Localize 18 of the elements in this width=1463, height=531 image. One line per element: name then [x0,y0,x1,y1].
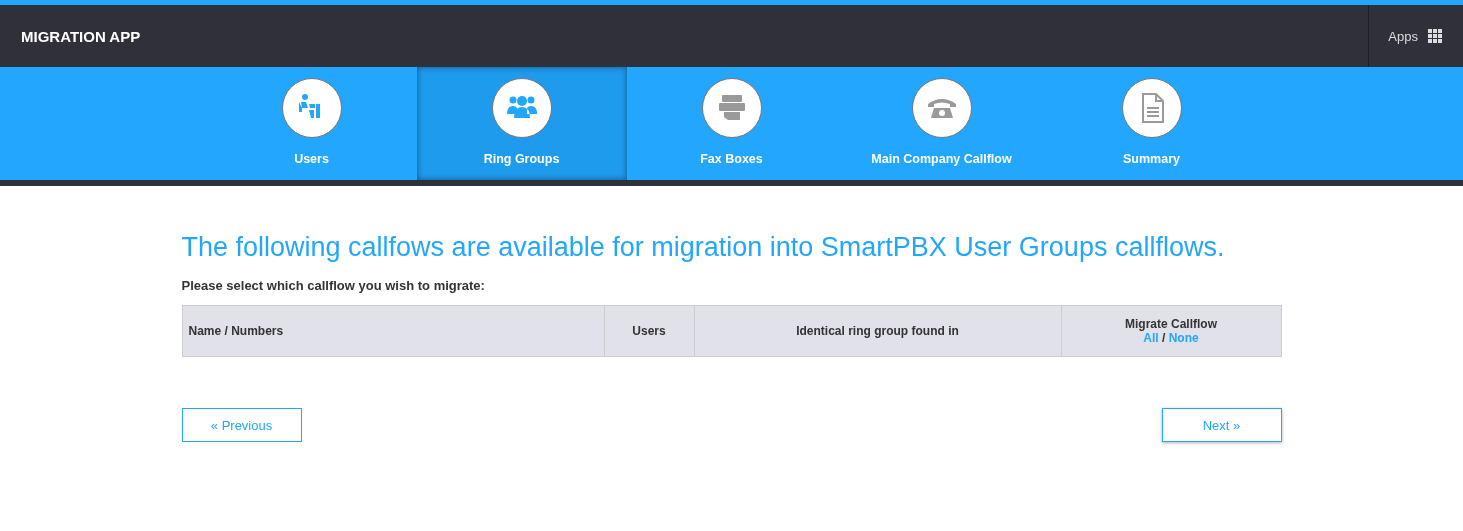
previous-button[interactable]: « Previous [181,408,302,442]
instruction-text: Please select which callflow you wish to migrate: [181,278,486,293]
app-title: MIGRATION APP [21,27,141,45]
select-none-link[interactable]: None [1168,331,1199,345]
separator-text: / [1162,331,1166,345]
step-tab[interactable]: Users [206,67,417,180]
column-header: Name / Numbers [188,324,284,338]
column-header: Identical ring group found in [796,324,959,338]
step-tab[interactable]: Fax Boxes [626,67,837,180]
grid-icon [1428,29,1442,43]
select-all-link[interactable]: All [1143,331,1159,345]
column-header: Users [632,324,666,338]
next-button[interactable]: Next » [1161,408,1282,442]
column-header: Migrate Callflow [1124,317,1218,331]
page-heading: The following callfows are available for migration into SmartPBX User Groups callflows. [181,231,1225,264]
step-tab[interactable]: Ring Groups [416,67,627,180]
step-tab[interactable]: Main Company Callflow [836,67,1047,180]
step-tab[interactable]: Summary [1046,67,1257,180]
